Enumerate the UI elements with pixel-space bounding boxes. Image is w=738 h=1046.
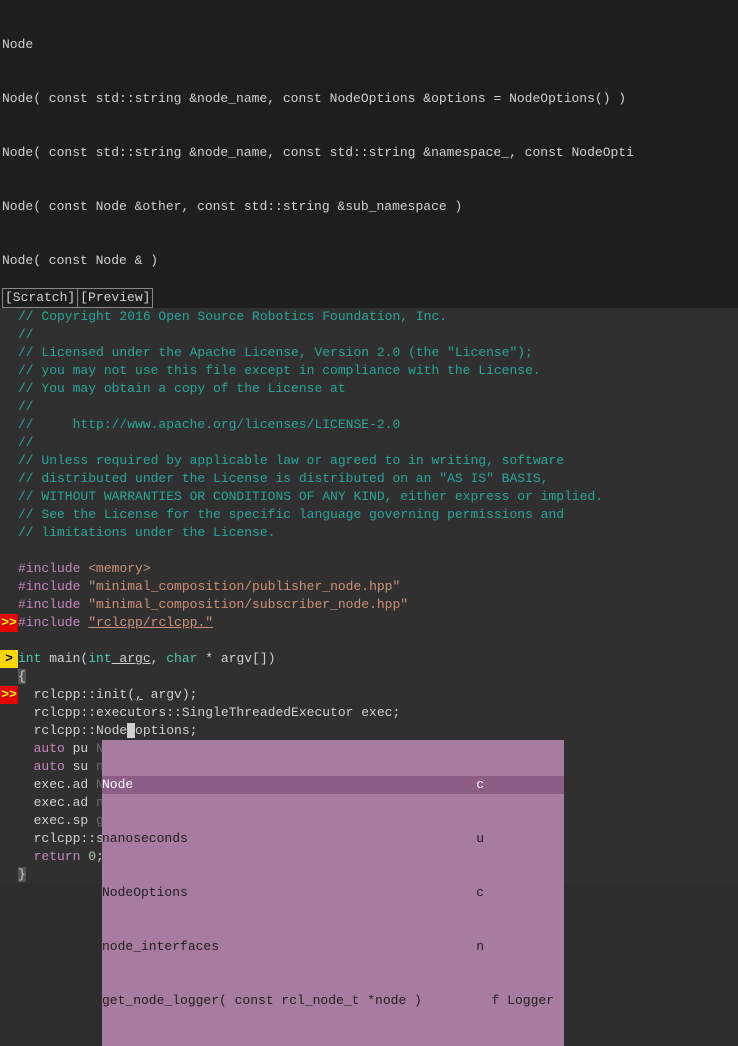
hint-line: Node( const std::string &node_name, cons… — [2, 90, 736, 108]
include-kw: #include — [18, 615, 80, 630]
comment: // Copyright 2016 Open Source Robotics F… — [18, 309, 447, 324]
include-kw: #include — [18, 597, 80, 612]
comment: // limitations under the License. — [18, 525, 275, 540]
comment: // — [18, 399, 34, 414]
error-marker[interactable]: >> — [0, 686, 18, 704]
include-path: "minimal_composition/publisher_node.hpp" — [88, 579, 400, 594]
comment: // Unless required by applicable law or … — [18, 453, 564, 468]
code-text: rclcpp::executors::SingleThreadedExecuto… — [18, 705, 400, 720]
type: int — [18, 651, 41, 666]
comment: // you may not use this file except in c… — [18, 363, 541, 378]
include-kw: #include — [18, 579, 80, 594]
type: char — [166, 651, 197, 666]
brace: } — [18, 867, 26, 882]
comment: // You may obtain a copy of the License … — [18, 381, 346, 396]
comment: // See the License for the specific lang… — [18, 507, 564, 522]
completion-item[interactable]: node_interfacesn — [102, 938, 564, 956]
code-text: rclcpp::Node — [18, 723, 127, 738]
completion-item[interactable]: get_node_logger( const rcl_node_t *node … — [102, 992, 564, 1010]
cursor — [127, 723, 135, 738]
hint-line: Node( const Node & ) — [2, 252, 736, 270]
comment: // — [18, 327, 34, 342]
error-marker[interactable]: >> — [0, 614, 18, 632]
completion-item[interactable]: Nodec — [102, 776, 564, 794]
brace: { — [18, 669, 26, 684]
comment: // WITHOUT WARRANTIES OR CONDITIONS OF A… — [18, 489, 603, 504]
func-name: main( — [41, 651, 88, 666]
hint-line: Node( const std::string &node_name, cons… — [2, 144, 736, 162]
comment: // distributed under the License is dist… — [18, 471, 549, 486]
tab-bar: [Scratch][Preview] — [0, 288, 738, 308]
warning-marker[interactable]: > — [0, 650, 18, 668]
comment: // http://www.apache.org/licenses/LICENS… — [18, 417, 400, 432]
param: * argv[] — [197, 651, 267, 666]
completion-item[interactable]: nanosecondsu — [102, 830, 564, 848]
comment: // — [18, 435, 34, 450]
param: argc — [112, 651, 151, 666]
hint-line: Node — [2, 36, 736, 54]
code-editor[interactable]: // Copyright 2016 Open Source Robotics F… — [0, 308, 738, 884]
include-path: <memory> — [88, 561, 150, 576]
comment: // Licensed under the Apache License, Ve… — [18, 345, 533, 360]
type: int — [88, 651, 111, 666]
tab-preview[interactable]: [Preview] — [77, 288, 153, 308]
include-path-error: "rclcpp/rclcpp." — [88, 615, 213, 630]
include-path: "minimal_composition/subscriber_node.hpp… — [88, 597, 408, 612]
signature-hint-panel: Node Node( const std::string &node_name,… — [0, 0, 738, 288]
include-kw: #include — [18, 561, 80, 576]
tab-scratch[interactable]: [Scratch] — [2, 288, 78, 308]
hint-line: Node( const Node &other, const std::stri… — [2, 198, 736, 216]
completion-popup[interactable]: Nodec nanosecondsu NodeOptionsc node_int… — [102, 740, 564, 1046]
completion-item[interactable]: NodeOptionsc — [102, 884, 564, 902]
